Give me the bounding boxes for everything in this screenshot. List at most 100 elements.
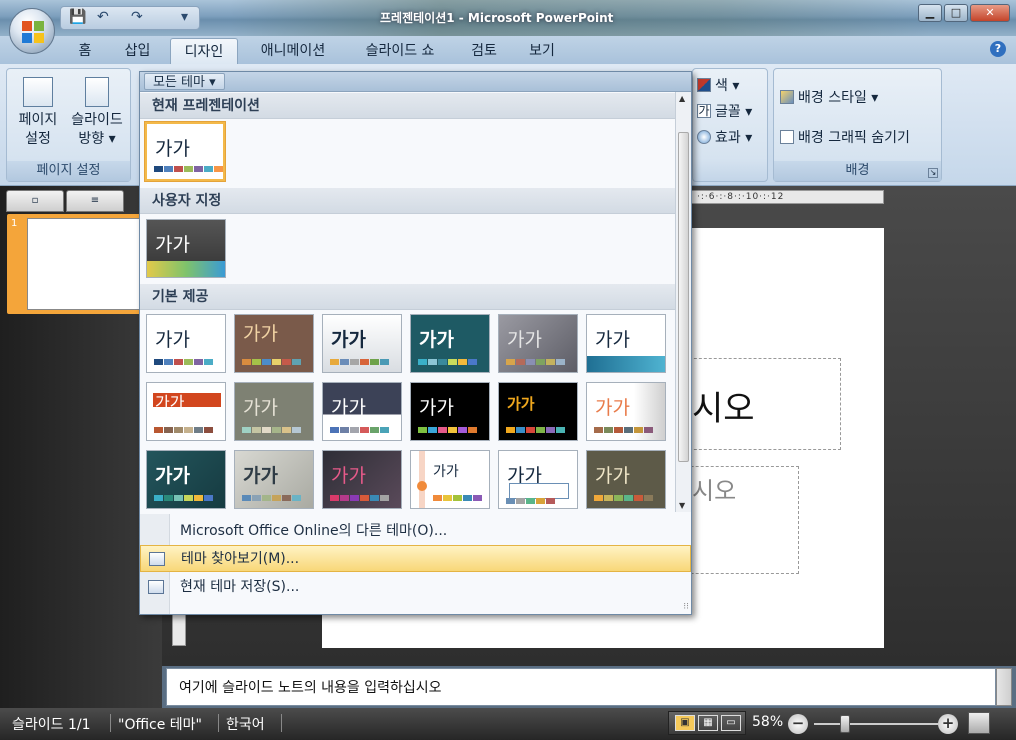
theme-thumb-text: 가가 [433,464,459,480]
theme-thumb-origin[interactable]: 가가 [234,450,314,509]
theme-thumb-apex[interactable]: 가가 [234,314,314,373]
scroll-thumb[interactable] [678,132,689,462]
normal-view-button[interactable]: ▣ [675,715,695,731]
zoom-level[interactable]: 58% [752,714,783,730]
theme-thumb-text: 가가 [331,329,366,351]
undo-icon[interactable]: ↶ [97,9,109,25]
window-title: 프레젠테이션1 - Microsoft PowerPoint [380,11,614,25]
scroll-down-icon[interactable]: ▼ [679,501,685,510]
zoom-in-button[interactable]: + [938,714,958,734]
subtitle-placeholder-text: 시오 [692,477,737,505]
theme-fonts-icon: 가 [697,104,711,118]
zoom-slider-track[interactable] [814,723,938,725]
color-swatches [154,359,213,365]
slide-orientation-button[interactable]: 슬라이드 방향 ▾ [65,77,129,149]
hide-background-graphics-checkbox[interactable]: 배경 그래픽 숨기기 [780,127,910,147]
theme-thumb-equity[interactable]: 가가 [586,314,666,373]
color-swatches [506,498,555,504]
browse-themes-item[interactable]: 테마 찾아보기(M)... [140,545,691,572]
theme-thumb-concourse[interactable]: 가가 [498,314,578,373]
slide-thumbnail-selected[interactable]: 1 [7,214,157,314]
theme-thumb-text: 가가 [155,465,190,487]
slides-tab[interactable]: ▫ [6,190,64,212]
theme-thumb-solstice[interactable]: 가가 [410,450,490,509]
theme-thumb-trek[interactable]: 가가 [586,450,666,509]
gallery-scrollbar[interactable]: ▲ ▼ [675,92,691,512]
page-setup-label-1: 페이지 [18,112,58,128]
tab-view[interactable]: 보기 [520,38,564,64]
theme-thumb-oriel[interactable]: 가가 [146,450,226,509]
save-theme-icon [148,580,164,594]
tab-home[interactable]: 홈 [70,38,100,64]
theme-thumb-civic[interactable]: 가가 [410,314,490,373]
theme-thumb-office-current[interactable]: 가가 [145,122,225,181]
save-current-theme-item[interactable]: 현재 테마 저장(S)... [140,574,691,601]
resize-grip-icon[interactable]: ⁝⁝ [683,602,689,612]
slide-counter: 슬라이드 1/1 [12,717,91,733]
color-swatches [594,495,653,501]
window-controls: ▁ □ ✕ [918,4,1010,22]
color-swatches [242,495,301,501]
theme-thumb-text: 가가 [331,465,366,487]
theme-thumb-aspect[interactable]: 가가 [322,314,402,373]
outline-tab[interactable]: ≡ [66,190,124,212]
hide-background-graphics-label: 배경 그래픽 숨기기 [798,130,910,146]
theme-thumb-module[interactable]: 가가 [498,382,578,441]
tab-review[interactable]: 검토 [462,38,506,64]
slide-orientation-label-2: 방향 ▾ [78,131,116,147]
theme-thumb-text: 가가 [243,465,278,487]
redo-icon[interactable]: ↷ [131,9,143,25]
theme-name-status: "Office 테마" [118,717,202,733]
minimize-button[interactable]: ▁ [918,4,942,22]
tab-insert[interactable]: 삽입 [115,38,160,64]
theme-fonts-button[interactable]: 가 글꼴 ▾ [697,101,752,121]
office-button[interactable] [9,8,55,54]
background-styles-button[interactable]: 배경 스타일 ▾ [780,87,878,107]
more-themes-online-item[interactable]: Microsoft Office Online의 다른 테마(O)... [140,518,691,545]
theme-colors-button[interactable]: 색 ▾ [697,75,739,95]
close-button[interactable]: ✕ [970,4,1010,22]
theme-thumb-custom[interactable]: 가가 [146,219,226,278]
status-separator [281,714,282,732]
customize-qat-icon[interactable]: ▾ [181,9,188,25]
zoom-out-button[interactable]: − [788,714,808,734]
quick-access-toolbar: 💾 ↶ ↷ ▾ [60,6,200,30]
all-themes-button[interactable]: 모든 테마 ▾ [144,73,225,90]
maximize-button[interactable]: □ [944,4,968,22]
browse-themes-icon [149,552,165,566]
theme-thumb-opulent[interactable]: 가가 [586,382,666,441]
ribbon-tabs: 홈 삽입 디자인 애니메이션 슬라이드 쇼 검토 보기 ? [0,36,1016,64]
help-icon[interactable]: ? [990,41,1006,57]
slideshow-view-button[interactable]: ▭ [721,715,741,731]
tab-design[interactable]: 디자인 [170,38,238,64]
theme-colors-label: 색 ▾ [715,78,740,94]
color-swatches [433,495,482,501]
theme-thumb-text: 가가 [155,234,190,256]
theme-colors-icon [697,78,711,92]
theme-thumb-flow[interactable]: 가가 [146,382,226,441]
theme-effects-button[interactable]: 효과 ▾ [697,127,752,147]
background-styles-label: 배경 스타일 ▾ [798,90,879,106]
tab-animations[interactable]: 애니메이션 [248,38,338,64]
scroll-up-icon[interactable]: ▲ [679,94,685,103]
theme-thumb-foundry[interactable]: 가가 [234,382,314,441]
page-setup-button[interactable]: 페이지 설정 [13,77,63,149]
theme-fonts-label: 글꼴 ▾ [715,104,753,120]
dialog-launcher-icon[interactable]: ↘ [928,168,938,178]
theme-thumb-office[interactable]: 가가 [146,314,226,373]
language-status[interactable]: 한국어 [226,714,265,734]
save-icon[interactable]: 💾 [69,9,86,25]
tab-slideshow[interactable]: 슬라이드 쇼 [352,38,448,64]
zoom-slider-thumb[interactable] [840,715,850,733]
color-swatches [418,427,477,433]
slide-orientation-icon [85,77,109,107]
theme-thumb-metro[interactable]: 가가 [410,382,490,441]
theme-thumb-technic[interactable]: 가가 [498,450,578,509]
notes-scrollbar[interactable] [996,668,1012,706]
notes-pane[interactable]: 여기에 슬라이드 노트의 내용을 입력하십시오 [166,668,996,706]
theme-thumb-median[interactable]: 가가 [322,382,402,441]
fit-to-window-button[interactable] [968,712,990,734]
slides-panel: ▫ ≡ 1 [0,186,162,710]
slide-sorter-button[interactable]: ▦ [698,715,718,731]
theme-thumb-paper[interactable]: 가가 [322,450,402,509]
